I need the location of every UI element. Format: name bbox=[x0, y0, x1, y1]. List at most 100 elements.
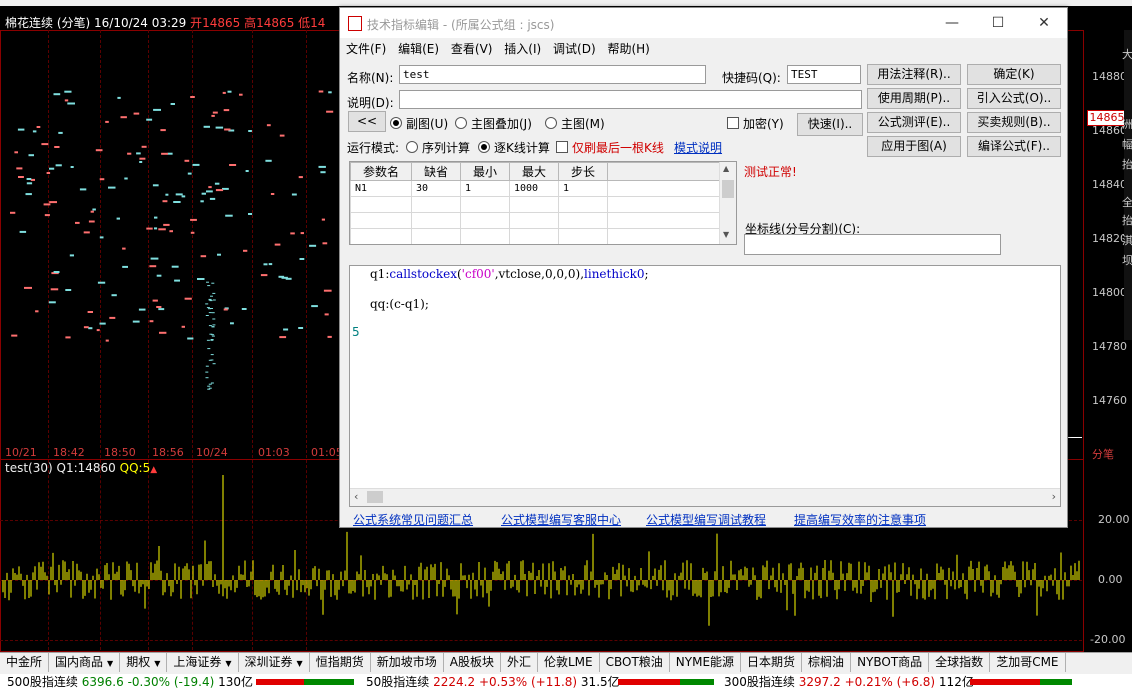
table-cell[interactable] bbox=[460, 228, 510, 244]
apply-to-chart-button[interactable]: 应用于图(A) bbox=[867, 136, 961, 157]
market-tab[interactable]: 日本期货 bbox=[741, 653, 803, 672]
description-field[interactable] bbox=[399, 90, 862, 109]
market-tab[interactable]: 芝加哥CME bbox=[990, 653, 1066, 672]
market-tab[interactable]: 恒指期货 bbox=[310, 653, 371, 672]
compile-formula-button[interactable]: 编译公式(F).. bbox=[967, 136, 1061, 157]
market-tab[interactable]: NYME能源 bbox=[670, 653, 742, 672]
market-tab[interactable]: CBOT粮油 bbox=[600, 653, 670, 672]
market-tab[interactable]: 伦敦LME bbox=[538, 653, 600, 672]
market-tab[interactable]: 中金所 bbox=[0, 653, 50, 672]
table-cell[interactable] bbox=[350, 196, 412, 213]
table-cell[interactable]: 1 bbox=[460, 180, 510, 197]
radio-sequence-calc[interactable]: 序列计算 bbox=[406, 139, 470, 156]
tutorial-link[interactable]: 公式模型编写调试教程 bbox=[646, 511, 766, 528]
ticker-item[interactable]: 500股指连续 6396.6 -0.30% (-19.4) 130亿 bbox=[7, 674, 253, 691]
column-header[interactable]: 参数名 bbox=[350, 162, 412, 181]
table-scrollbar[interactable]: ▲ ▼ bbox=[719, 162, 736, 244]
menu-debug[interactable]: 调试(D) bbox=[553, 39, 596, 59]
axis-lines-field[interactable] bbox=[744, 234, 1001, 255]
maximize-icon[interactable]: ☐ bbox=[975, 8, 1021, 38]
code-line-1[interactable]: q1:callstockex('cf00',vtclose,0,0,0),lin… bbox=[370, 267, 649, 281]
table-cell[interactable] bbox=[558, 212, 608, 229]
encrypt-checkbox[interactable]: 加密(Y) bbox=[727, 115, 784, 132]
table-cell[interactable] bbox=[350, 212, 412, 229]
market-tab[interactable]: 上海证券 ▼ bbox=[167, 653, 239, 672]
chevron-right-icon[interactable]: › bbox=[1052, 490, 1056, 503]
table-row[interactable] bbox=[350, 196, 725, 213]
collapse-button[interactable]: << bbox=[348, 111, 386, 132]
column-header[interactable]: 最小 bbox=[460, 162, 510, 181]
table-cell[interactable] bbox=[411, 196, 461, 213]
table-cell[interactable] bbox=[509, 228, 559, 244]
column-header[interactable]: 缺省 bbox=[411, 162, 461, 181]
table-cell[interactable] bbox=[509, 196, 559, 213]
market-tab[interactable]: 棕榈油 bbox=[802, 653, 852, 672]
market-tab[interactable]: 深圳证券 ▼ bbox=[239, 653, 310, 672]
market-tab[interactable]: NYBOT商品 bbox=[851, 653, 930, 672]
menu-edit[interactable]: 编辑(E) bbox=[398, 39, 439, 59]
column-header[interactable]: 最大 bbox=[509, 162, 559, 181]
ticker-item[interactable]: 300股指连续 3297.2 +0.21% (+6.8) 112亿 bbox=[724, 674, 974, 691]
table-cell[interactable]: 30 bbox=[411, 180, 461, 197]
column-header[interactable]: 步长 bbox=[558, 162, 608, 181]
scroll-thumb[interactable] bbox=[367, 491, 383, 503]
chevron-up-icon[interactable]: ▲ bbox=[723, 164, 729, 173]
table-cell[interactable] bbox=[558, 228, 608, 244]
table-cell[interactable] bbox=[509, 212, 559, 229]
table-cell[interactable] bbox=[460, 196, 510, 213]
table-cell[interactable] bbox=[411, 212, 461, 229]
market-tab[interactable]: 新加坡市场 bbox=[371, 653, 444, 672]
code-editor[interactable]: 5 q1:callstockex('cf00',vtclose,0,0,0),l… bbox=[349, 265, 1061, 507]
support-center-link[interactable]: 公式模型编写客服中心 bbox=[501, 511, 621, 528]
scroll-thumb[interactable] bbox=[722, 180, 734, 198]
table-cell[interactable] bbox=[350, 228, 412, 244]
tick-mark bbox=[122, 265, 128, 268]
editor-hscrollbar[interactable]: ‹ › bbox=[350, 488, 1060, 506]
import-formula-button[interactable]: 引入公式(O).. bbox=[967, 88, 1061, 109]
tick-mode-label[interactable]: 分笔 bbox=[1092, 446, 1114, 462]
efficiency-tips-link[interactable]: 提高编写效率的注意事项 bbox=[794, 511, 926, 528]
close-icon[interactable]: ✕ bbox=[1021, 8, 1067, 38]
parameter-table[interactable]: 参数名 缺省 最小 最大 步长 N1 30 1 1000 1 ▲ ▼ bbox=[349, 161, 737, 245]
market-tab[interactable]: 国内商品 ▼ bbox=[49, 653, 121, 672]
market-tab[interactable]: A股板块 bbox=[444, 653, 501, 672]
radio-kline-calc[interactable]: 逐K线计算 bbox=[478, 139, 550, 156]
table-cell[interactable] bbox=[558, 196, 608, 213]
shortcut-field[interactable]: TEST bbox=[787, 65, 861, 84]
formula-test-button[interactable]: 公式测评(E).. bbox=[867, 112, 961, 133]
radio-main-overlay[interactable]: 主图叠加(J) bbox=[455, 115, 532, 132]
table-row[interactable] bbox=[350, 228, 725, 244]
mode-help-link[interactable]: 模式说明 bbox=[674, 139, 722, 156]
menu-view[interactable]: 查看(V) bbox=[451, 39, 493, 59]
chevron-left-icon[interactable]: ‹ bbox=[354, 490, 358, 503]
table-row[interactable]: N1 30 1 1000 1 bbox=[350, 180, 725, 197]
period-button[interactable]: 使用周期(P).. bbox=[867, 88, 961, 109]
table-row[interactable] bbox=[350, 212, 725, 229]
market-tab[interactable]: 全球指数 bbox=[929, 653, 991, 672]
dialog-titlebar[interactable]: 技术指标编辑 - (所属公式组 : jscs) — ☐ ✕ bbox=[340, 8, 1067, 38]
table-cell[interactable]: 1 bbox=[558, 180, 608, 197]
market-tab[interactable]: 外汇 bbox=[501, 653, 538, 672]
table-cell[interactable]: N1 bbox=[350, 180, 412, 197]
code-line-2[interactable]: qq:(c-q1); bbox=[370, 297, 429, 311]
usage-notes-button[interactable]: 用法注释(R).. bbox=[867, 64, 961, 85]
ok-button[interactable]: 确定(K) bbox=[967, 64, 1061, 85]
menu-file[interactable]: 文件(F) bbox=[346, 39, 386, 59]
menu-help[interactable]: 帮助(H) bbox=[607, 39, 649, 59]
quick-button[interactable]: 快速(I).. bbox=[797, 113, 863, 136]
chevron-down-icon[interactable]: ▼ bbox=[723, 230, 729, 239]
only-last-kline-checkbox[interactable]: 仅刷最后一根K线 bbox=[556, 139, 664, 156]
minimize-icon[interactable]: — bbox=[929, 8, 975, 38]
name-field[interactable]: test bbox=[399, 65, 706, 84]
price-tick: 14880 bbox=[1092, 70, 1127, 83]
menu-insert[interactable]: 插入(I) bbox=[504, 39, 541, 59]
ticker-item[interactable]: 50股指连续 2224.2 +0.53% (+11.8) 31.5亿 bbox=[366, 674, 620, 691]
table-cell[interactable] bbox=[460, 212, 510, 229]
radio-subchart[interactable]: 副图(U) bbox=[390, 115, 448, 132]
table-cell[interactable] bbox=[411, 228, 461, 244]
market-tab[interactable]: 期权 ▼ bbox=[120, 653, 168, 672]
faq-link[interactable]: 公式系统常见问题汇总 bbox=[353, 511, 473, 528]
radio-main[interactable]: 主图(M) bbox=[545, 115, 605, 132]
table-cell[interactable]: 1000 bbox=[509, 180, 559, 197]
trade-rule-button[interactable]: 买卖规则(B).. bbox=[967, 112, 1061, 133]
